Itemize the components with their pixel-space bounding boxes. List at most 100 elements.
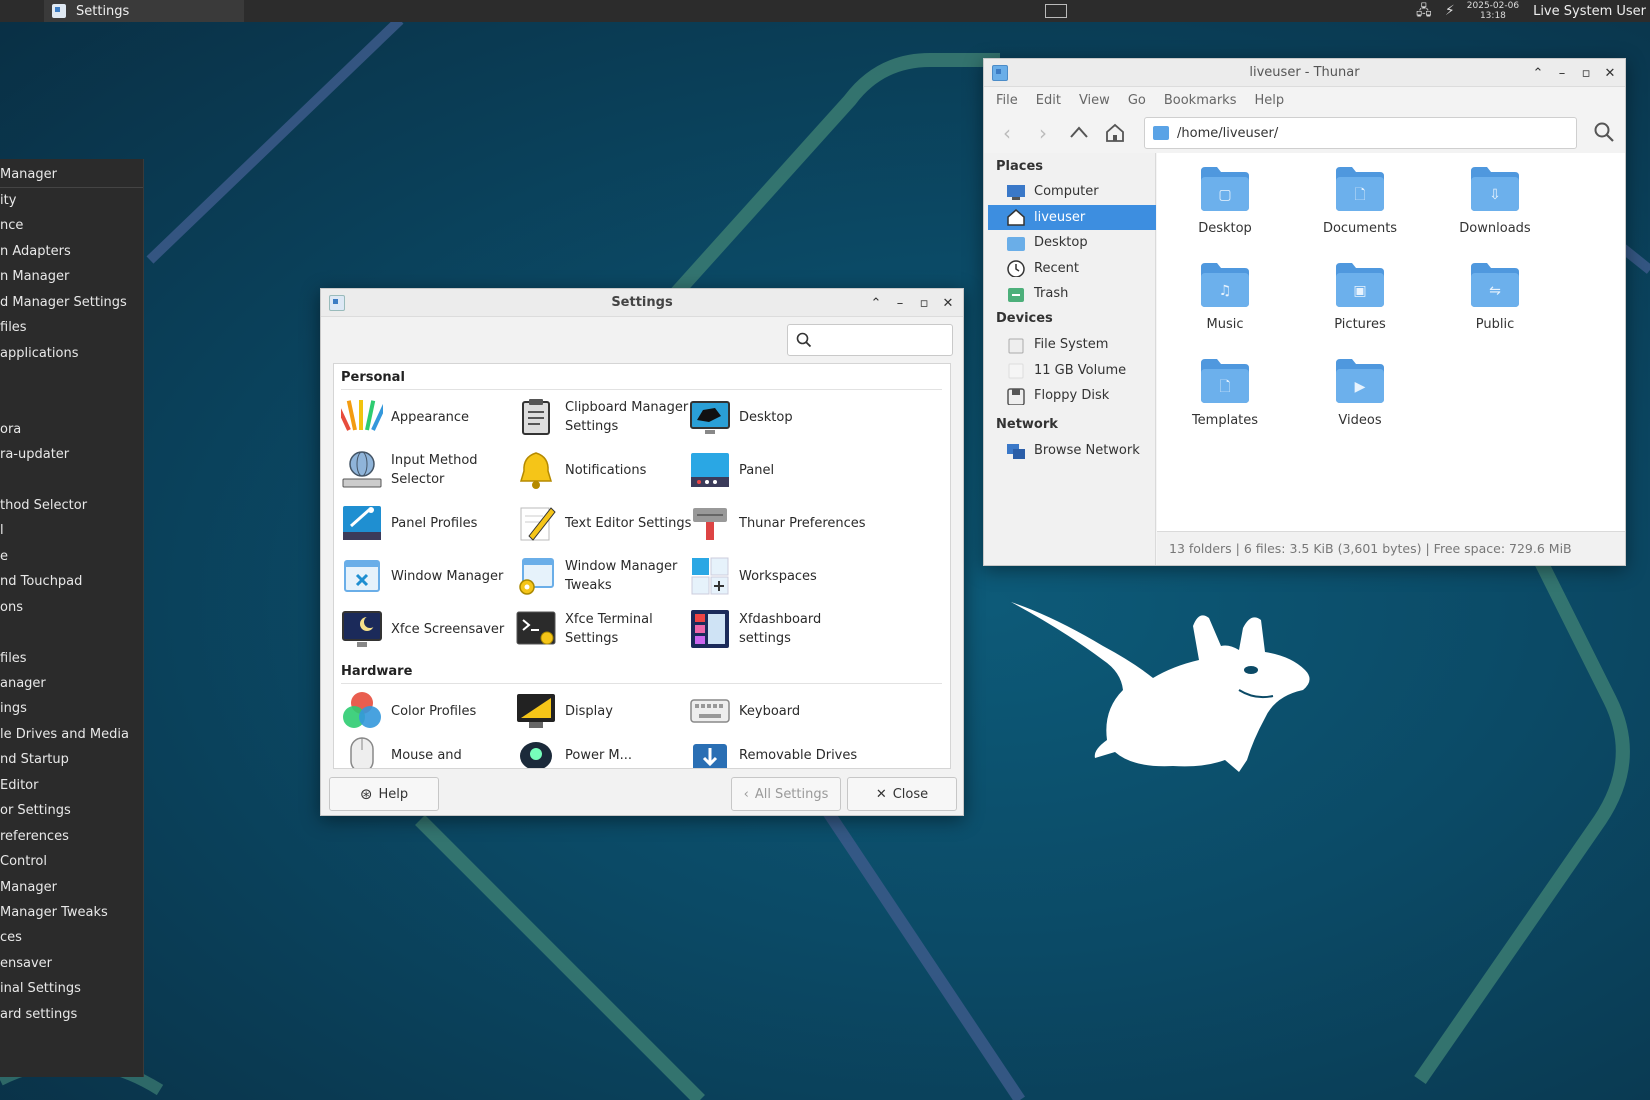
- settings-item-bell[interactable]: Notifications: [515, 445, 697, 495]
- folder-documents[interactable]: 🗋 Documents: [1300, 163, 1420, 253]
- menu-item[interactable]: d Manager Settings: [0, 295, 127, 310]
- sidebar-item-file-system[interactable]: File System: [988, 332, 1156, 357]
- menu-bookmarks[interactable]: Bookmarks: [1164, 93, 1237, 108]
- menu-item[interactable]: ces: [0, 930, 22, 945]
- folder-desktop[interactable]: ▢ Desktop: [1165, 163, 1285, 253]
- close-icon[interactable]: ✕: [1603, 66, 1617, 81]
- menu-item[interactable]: ensaver: [0, 956, 52, 971]
- menu-item[interactable]: ra-updater: [0, 447, 69, 462]
- menu-item[interactable]: nd Touchpad: [0, 574, 82, 589]
- settings-item-text-editor[interactable]: Text Editor Settings: [515, 498, 697, 548]
- menu-item[interactable]: ora: [0, 422, 21, 437]
- close-button[interactable]: ✕ Close: [847, 777, 957, 811]
- settings-item-keyboard[interactable]: Keyboard: [689, 686, 871, 736]
- menu-item[interactable]: Manager: [0, 880, 57, 895]
- settings-item-power[interactable]: Power M...: [515, 730, 697, 768]
- maximize-icon[interactable]: ▫: [1579, 66, 1593, 81]
- settings-item-color-profiles[interactable]: Color Profiles: [341, 686, 523, 736]
- menu-item[interactable]: files: [0, 320, 27, 335]
- settings-item-wm-tweaks[interactable]: Window Manager Tweaks: [515, 551, 697, 601]
- power-icon[interactable]: ⚡: [1441, 2, 1459, 20]
- user-menu[interactable]: Live System User: [1533, 4, 1646, 19]
- folder-downloads[interactable]: ⇩ Downloads: [1435, 163, 1555, 253]
- shade-icon[interactable]: ⌃: [1531, 66, 1545, 81]
- clock[interactable]: 2025-02-06 13:18: [1467, 1, 1519, 21]
- settings-item-panel[interactable]: Panel: [689, 445, 871, 495]
- menu-help[interactable]: Help: [1254, 93, 1284, 108]
- workspace-switcher[interactable]: [1044, 4, 1067, 18]
- folder-pictures[interactable]: ▣ Pictures: [1300, 259, 1420, 349]
- menu-item[interactable]: applications: [0, 346, 78, 361]
- menu-item[interactable]: nd Startup: [0, 752, 69, 767]
- menu-item[interactable]: nce: [0, 218, 23, 233]
- menu-item[interactable]: anager: [0, 676, 46, 691]
- folder-templates[interactable]: 🗋 Templates: [1165, 355, 1285, 445]
- menu-go[interactable]: Go: [1128, 93, 1146, 108]
- settings-item-workspaces[interactable]: Workspaces: [689, 551, 871, 601]
- menu-item[interactable]: n Manager: [0, 269, 69, 284]
- menu-item[interactable]: files: [0, 651, 27, 666]
- sidebar-item-recent[interactable]: Recent: [988, 256, 1156, 281]
- menu-item[interactable]: Manager Tweaks: [0, 905, 108, 920]
- help-button[interactable]: ⊛ Help: [329, 777, 439, 811]
- home-icon[interactable]: [1104, 122, 1126, 144]
- sidebar-item-computer[interactable]: Computer: [988, 179, 1156, 204]
- settings-item-appearance[interactable]: Appearance: [334, 392, 523, 442]
- settings-search[interactable]: [787, 324, 953, 356]
- folder-videos[interactable]: ▶ Videos: [1300, 355, 1420, 445]
- settings-item-thunar-prefs[interactable]: Thunar Preferences: [689, 498, 871, 548]
- all-settings-button[interactable]: ‹ All Settings: [731, 777, 841, 811]
- back-icon[interactable]: ‹: [996, 121, 1018, 145]
- menu-view[interactable]: View: [1079, 93, 1110, 108]
- settings-item-screensaver[interactable]: Xfce Screensaver: [341, 604, 523, 654]
- settings-item-window-manager[interactable]: Window Manager: [341, 551, 523, 601]
- thunar-titlebar[interactable]: liveuser - Thunar ⌃ – ▫ ✕: [984, 59, 1625, 87]
- settings-item-panel-profiles[interactable]: Panel Profiles: [341, 498, 523, 548]
- search-input[interactable]: [818, 332, 948, 348]
- sidebar-item-trash[interactable]: Trash: [988, 281, 1156, 306]
- shade-icon[interactable]: ⌃: [869, 296, 883, 311]
- up-icon[interactable]: [1068, 122, 1090, 144]
- menu-item[interactable]: ity: [0, 193, 16, 208]
- menu-file[interactable]: File: [996, 93, 1018, 108]
- settings-item-dashboard[interactable]: Xfdashboard settings: [689, 604, 871, 654]
- network-icon[interactable]: 🖧: [1415, 2, 1433, 20]
- sidebar-item-desktop[interactable]: Desktop: [988, 230, 1156, 255]
- menu-item[interactable]: Control: [0, 854, 47, 869]
- menu-item[interactable]: ons: [0, 600, 23, 615]
- minimize-icon[interactable]: –: [1555, 66, 1569, 81]
- settings-item-input-method[interactable]: Input Method Selector: [341, 445, 523, 495]
- menu-item[interactable]: Manager: [0, 167, 57, 182]
- menu-item[interactable]: references: [0, 829, 69, 844]
- sidebar-item-liveuser[interactable]: liveuser: [988, 204, 1156, 230]
- menu-item[interactable]: e: [0, 549, 8, 564]
- menu-item[interactable]: thod Selector: [0, 498, 87, 513]
- minimize-icon[interactable]: –: [893, 296, 907, 311]
- settings-item-display[interactable]: Display: [515, 686, 697, 736]
- settings-item-mouse[interactable]: Mouse and: [341, 730, 523, 768]
- close-icon[interactable]: ✕: [941, 296, 955, 311]
- menu-item[interactable]: ard settings: [0, 1007, 77, 1022]
- menu-edit[interactable]: Edit: [1036, 93, 1061, 108]
- menu-item[interactable]: le Drives and Media: [0, 727, 129, 742]
- settings-item-terminal[interactable]: Xfce Terminal Settings: [515, 604, 697, 654]
- search-icon[interactable]: [1593, 121, 1615, 143]
- folder-public[interactable]: ⇋ Public: [1435, 259, 1555, 349]
- menu-item[interactable]: inal Settings: [0, 981, 81, 996]
- sidebar-item-browse-network[interactable]: Browse Network: [988, 438, 1156, 463]
- location-bar[interactable]: /home/liveuser/: [1144, 117, 1577, 149]
- menu-item[interactable]: l: [0, 523, 4, 538]
- sidebar-item-11-gb-volume[interactable]: 11 GB Volume: [988, 358, 1156, 383]
- forward-icon[interactable]: ›: [1032, 121, 1054, 145]
- taskbar-settings-button[interactable]: Settings: [44, 0, 244, 22]
- menu-item[interactable]: Editor: [0, 778, 38, 793]
- settings-item-removable-drives[interactable]: Removable Drives: [689, 730, 871, 768]
- settings-titlebar[interactable]: Settings ⌃ – ▫ ✕: [321, 289, 963, 317]
- menu-item[interactable]: or Settings: [0, 803, 71, 818]
- settings-item-desktop[interactable]: Desktop: [689, 392, 871, 442]
- maximize-icon[interactable]: ▫: [917, 296, 931, 311]
- menu-item[interactable]: n Adapters: [0, 244, 71, 259]
- folder-music[interactable]: ♫ Music: [1165, 259, 1285, 349]
- settings-item-clipboard[interactable]: Clipboard Manager Settings: [515, 392, 697, 442]
- menu-item[interactable]: ings: [0, 701, 27, 716]
